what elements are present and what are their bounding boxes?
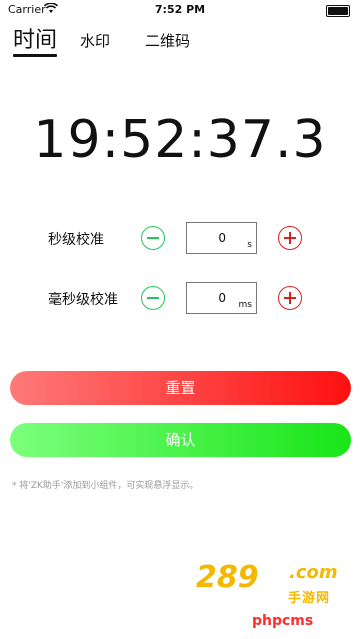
seconds-input[interactable]: 0 s xyxy=(186,222,257,254)
widget-tip-text: * 将'ZK助手'添加到小组件，可实现悬浮显示。 xyxy=(12,481,199,491)
seconds-minus-button[interactable] xyxy=(141,226,165,250)
seconds-value: 0 xyxy=(218,231,226,245)
minus-icon xyxy=(147,297,159,299)
site-watermark-logo: 289 .com 手游网 xyxy=(196,560,346,610)
brand-watermark: phpcms xyxy=(252,613,314,629)
plus-icon xyxy=(289,232,291,244)
active-tab-indicator xyxy=(13,54,58,57)
milliseconds-minus-button[interactable] xyxy=(141,286,165,310)
tab-time-label: 时间 xyxy=(13,28,58,53)
milliseconds-value: 0 xyxy=(218,291,226,305)
confirm-button[interactable]: 确认 xyxy=(10,423,351,457)
milliseconds-calibration-label: 毫秒级校准 xyxy=(48,292,118,308)
seconds-calibration-label: 秒级校准 xyxy=(48,232,104,248)
status-time: 7:52 PM xyxy=(154,3,206,16)
tab-watermark[interactable]: 水印 xyxy=(80,30,110,51)
watermark-cn: 手游网 xyxy=(288,591,331,606)
status-bar: Carrier 7:52 PM xyxy=(0,0,360,20)
top-tabs: 时间 水印 二维码 xyxy=(0,22,360,58)
watermark-com: .com xyxy=(289,562,338,583)
seconds-plus-button[interactable] xyxy=(278,226,302,250)
seconds-calibration-row: 秒级校准 0 s xyxy=(0,220,360,256)
tab-time[interactable]: 时间 xyxy=(13,22,58,57)
milliseconds-plus-button[interactable] xyxy=(278,286,302,310)
milliseconds-calibration-row: 毫秒级校准 0 ms xyxy=(0,280,360,316)
minus-icon xyxy=(147,237,159,239)
milliseconds-unit: ms xyxy=(238,300,252,310)
tab-qrcode[interactable]: 二维码 xyxy=(145,30,190,51)
milliseconds-input[interactable]: 0 ms xyxy=(186,282,257,314)
watermark-number: 289 xyxy=(196,560,259,595)
seconds-unit: s xyxy=(247,240,252,250)
battery-icon xyxy=(326,5,350,17)
clock-display: 19:52:37.3 xyxy=(33,110,327,170)
plus-icon xyxy=(289,292,291,304)
reset-button[interactable]: 重置 xyxy=(10,371,351,405)
